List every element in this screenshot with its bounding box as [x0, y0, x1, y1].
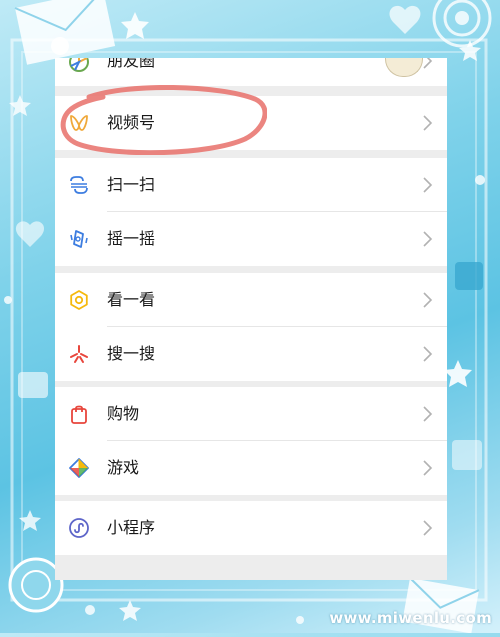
- chevron-right-icon: [421, 459, 433, 477]
- top-stories-icon: [69, 290, 89, 310]
- chevron-right-icon: [421, 291, 433, 309]
- chevron-right-icon: [421, 345, 433, 363]
- games-label: 游戏: [107, 458, 140, 477]
- moments-aperture-icon: [69, 58, 89, 72]
- shopping-games-group: 购物 游戏: [55, 387, 447, 495]
- games-row[interactable]: 游戏: [55, 441, 447, 495]
- chevron-right-icon: [421, 58, 433, 70]
- games-diamond-icon: [69, 458, 89, 478]
- chevron-right-icon: [421, 176, 433, 194]
- mini-programs-row[interactable]: 小程序: [55, 501, 447, 555]
- shake-row[interactable]: 摇一摇: [55, 212, 447, 266]
- shopping-bag-icon: [69, 404, 89, 424]
- mini-programs-label: 小程序: [107, 518, 156, 537]
- scan-icon: [69, 175, 89, 195]
- search-row[interactable]: 搜一搜: [55, 327, 447, 381]
- annotation-circle: [60, 85, 267, 155]
- shake-icon: [69, 229, 89, 249]
- chevron-right-icon: [421, 230, 433, 248]
- shopping-row[interactable]: 购物: [55, 387, 447, 441]
- search-label: 搜一搜: [107, 344, 156, 363]
- chevron-right-icon: [421, 405, 433, 423]
- site-watermark: www.miwenlu.com: [329, 609, 492, 627]
- top-stories-row[interactable]: 看一看: [55, 273, 447, 327]
- chevron-right-icon: [421, 519, 433, 537]
- shopping-label: 购物: [107, 404, 140, 423]
- moments-label: 朋友圈: [107, 58, 156, 70]
- mini-programs-group: 小程序: [55, 501, 447, 555]
- scan-shake-group: 扫一扫 摇一摇: [55, 158, 447, 266]
- discover-menu-panel: 朋友圈 视频号 扫一扫 摇一摇 看一看 搜一搜 购物 游戏 小程序: [55, 58, 447, 580]
- scan-label: 扫一扫: [107, 175, 156, 194]
- moments-row[interactable]: 朋友圈: [55, 58, 447, 86]
- moments-avatar: [385, 58, 423, 77]
- moments-group: 朋友圈: [55, 58, 447, 86]
- mini-programs-icon: [69, 518, 89, 538]
- scan-row[interactable]: 扫一扫: [55, 158, 447, 212]
- top-stories-search-group: 看一看 搜一搜: [55, 273, 447, 381]
- chevron-right-icon: [421, 114, 433, 132]
- search-sparkle-icon: [69, 344, 89, 364]
- top-stories-label: 看一看: [107, 290, 156, 309]
- shake-label: 摇一摇: [107, 229, 156, 248]
